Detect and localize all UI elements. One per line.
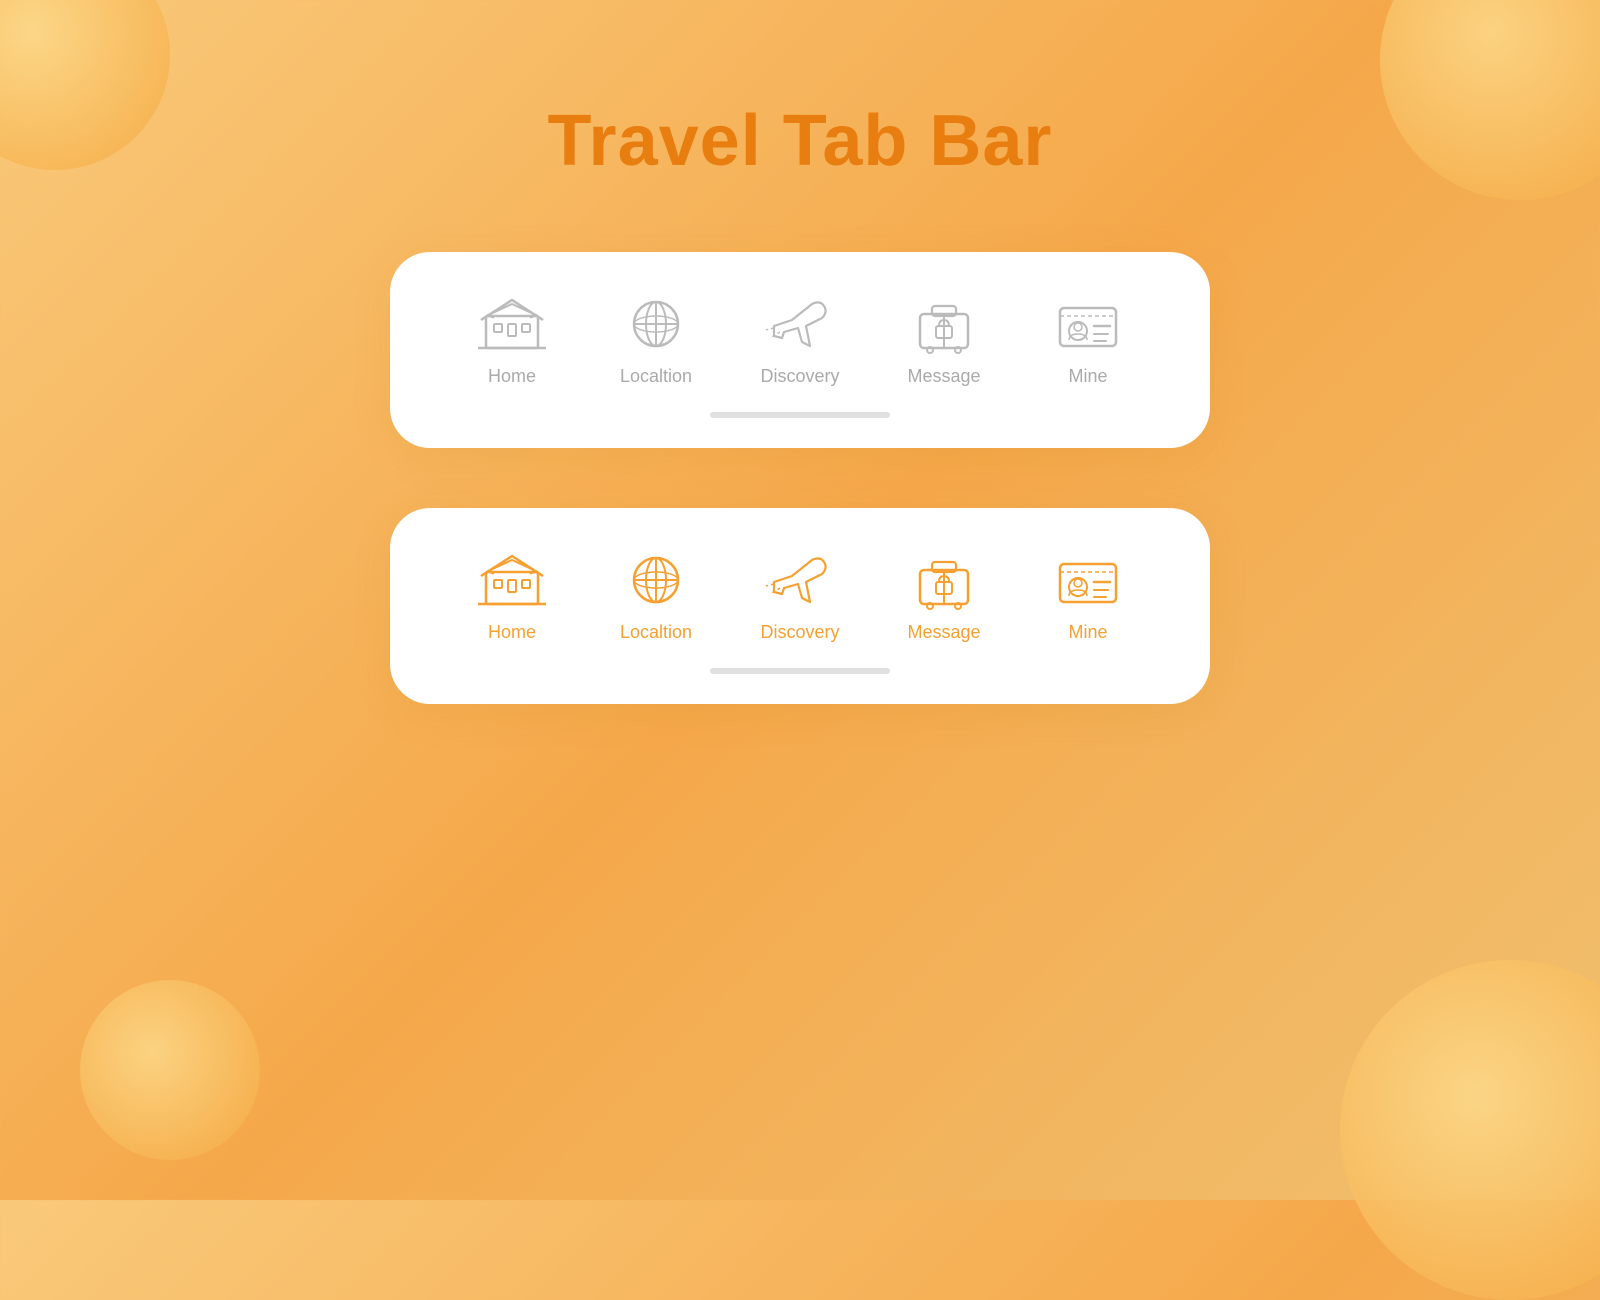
home-label-active: Home [488,622,536,643]
deco-circle-bottom-left [80,980,260,1160]
tab-bar-inactive: Home Localtion [390,252,1210,448]
home-icon-active [472,548,552,612]
deco-circle-bottom-right [1340,960,1600,1300]
tab-discovery[interactable]: Discovery [740,292,860,387]
tab-mine[interactable]: Mine [1028,292,1148,387]
mine-label: Mine [1068,366,1107,387]
tab-discovery-active[interactable]: Discovery [740,548,860,643]
tab-location-active[interactable]: Localtion [596,548,716,643]
discovery-icon-active [760,548,840,612]
tab-items-row-active: Home Localtion [440,548,1160,643]
message-icon [904,292,984,356]
page-title: Travel Tab Bar [548,100,1053,182]
tab-location[interactable]: Localtion [596,292,716,387]
location-label-active: Localtion [620,622,692,643]
tab-mine-active[interactable]: Mine [1028,548,1148,643]
scroll-indicator-2 [710,668,890,674]
location-icon [616,292,696,356]
tab-home[interactable]: Home [452,292,572,387]
location-icon-active [616,548,696,612]
mine-label-active: Mine [1068,622,1107,643]
tab-home-active[interactable]: Home [452,548,572,643]
tab-bar-active: Home Localtion [390,508,1210,704]
scroll-indicator-1 [710,412,890,418]
discovery-label: Discovery [760,366,839,387]
location-label: Localtion [620,366,692,387]
message-label: Message [907,366,980,387]
home-icon [472,292,552,356]
discovery-label-active: Discovery [760,622,839,643]
message-icon-active [904,548,984,612]
message-label-active: Message [907,622,980,643]
tab-message[interactable]: Message [884,292,1004,387]
mine-icon-active [1048,548,1128,612]
tab-message-active[interactable]: Message [884,548,1004,643]
home-label: Home [488,366,536,387]
mine-icon [1048,292,1128,356]
discovery-icon [760,292,840,356]
tab-items-row: Home Localtion [440,292,1160,387]
